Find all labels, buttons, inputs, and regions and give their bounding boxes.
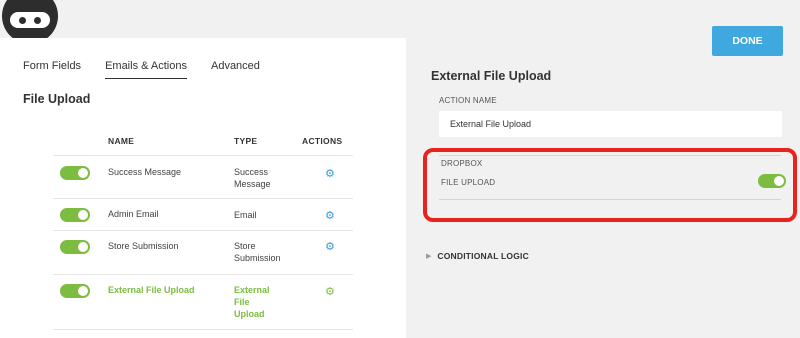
file-upload-label: FILE UPLOAD [441,178,496,187]
action-name[interactable]: Admin Email [108,209,159,219]
action-toggle[interactable] [60,166,90,180]
file-upload-toggle[interactable] [758,174,786,188]
gear-icon[interactable]: ⚙ [325,240,335,253]
action-name[interactable]: Store Submission [108,241,179,251]
actions-table: NAME TYPE ACTIONS Success Message Succes… [53,134,353,330]
action-type: Store Submission [234,241,281,263]
dropbox-section: DROPBOX FILE UPLOAD [423,148,797,222]
top-bar [0,0,800,38]
gear-icon[interactable]: ⚙ [325,167,335,180]
tab-bar: Form Fields Emails & Actions Advanced [23,60,260,79]
table-header: NAME TYPE ACTIONS [53,134,353,156]
action-type: External File Upload [234,285,270,319]
tab-advanced[interactable]: Advanced [211,60,260,79]
gear-icon[interactable]: ⚙ [325,209,335,222]
table-row: Store Submission Store Submission ⚙ [53,231,353,275]
conditional-logic-toggle[interactable]: ▶ CONDITIONAL LOGIC [426,251,529,261]
action-name[interactable]: Success Message [108,167,181,177]
header-actions: ACTIONS [302,136,343,146]
dropbox-label: DROPBOX [441,159,483,168]
done-button[interactable]: DONE [712,26,783,56]
left-panel: Form Fields Emails & Actions Advanced Fi… [0,38,406,338]
table-row: Success Message Success Message ⚙ [53,156,353,199]
tab-form-fields[interactable]: Form Fields [23,60,81,79]
header-type: TYPE [234,136,258,146]
settings-title: External File Upload [431,69,552,83]
table-row: Admin Email Email ⚙ [53,199,353,231]
action-type: Success Message [234,167,271,189]
triangle-right-icon: ▶ [426,253,432,260]
action-name-input[interactable] [439,111,782,137]
conditional-logic-label: CONDITIONAL LOGIC [437,251,529,261]
header-name: NAME [108,136,135,146]
form-title: File Upload [23,92,91,106]
gear-icon[interactable]: ⚙ [325,285,335,298]
action-name[interactable]: External File Upload [108,285,195,295]
action-toggle[interactable] [60,284,90,298]
action-toggle[interactable] [60,208,90,222]
divider [439,199,781,200]
action-type: Email [234,210,257,220]
action-name-label: ACTION NAME [439,96,497,105]
table-row: External File Upload External File Uploa… [53,275,353,330]
tab-emails-actions[interactable]: Emails & Actions [105,60,187,79]
action-toggle[interactable] [60,240,90,254]
divider [439,155,781,156]
